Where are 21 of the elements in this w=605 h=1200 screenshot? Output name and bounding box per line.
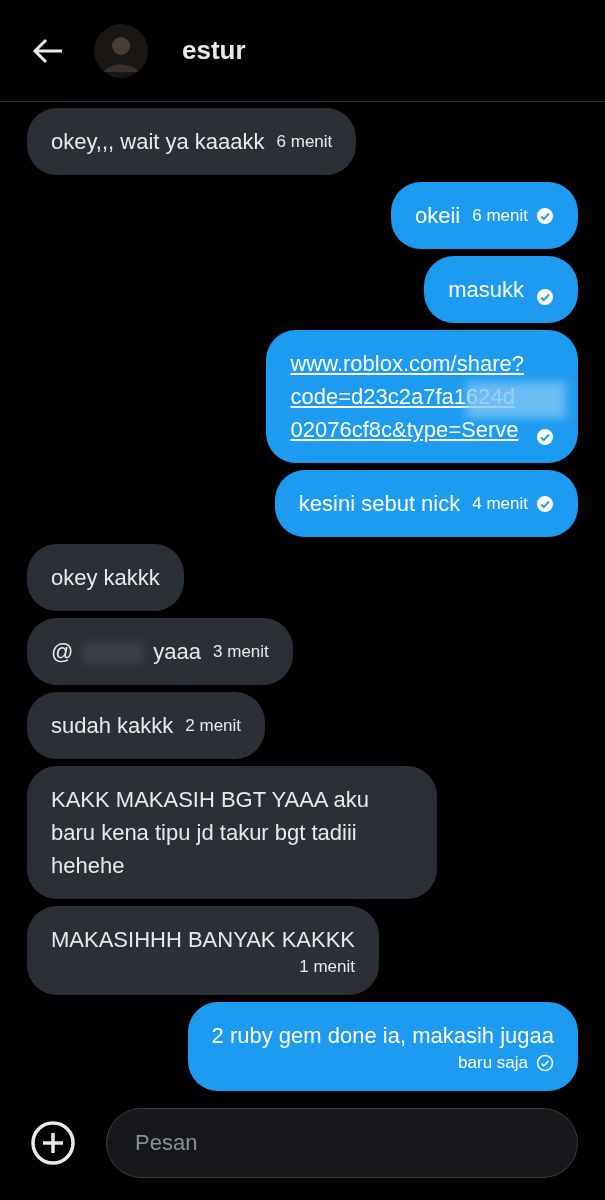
message-text: @ [51, 639, 74, 664]
message-time: 6 menit [472, 205, 528, 227]
link[interactable]: www.roblox.com/share? code=d23c2a7fa1624d 02076cf8c&type=Serve [290, 347, 524, 446]
message-time: baru saja [458, 1052, 528, 1074]
message-text: okeii [415, 203, 461, 228]
message-time: 2 menit [185, 715, 242, 737]
message-text: masukk [448, 277, 524, 302]
message-text: MAKASIHHH BANYAK KAKKK [51, 927, 355, 952]
message-time: 6 menit [276, 131, 333, 153]
message-text: okey,,, wait ya kaaakk [51, 129, 265, 154]
message-time: 3 menit [213, 641, 269, 663]
message-time: 4 menit [472, 493, 528, 515]
message-text: sudah kakkk [51, 713, 174, 738]
contact-name: estur [182, 35, 246, 66]
message-text: yaaa [153, 639, 202, 664]
message-text: KAKK MAKASIH BGT YAAA aku baru kena tipu jd takur bgt tadiii hehehe [51, 787, 369, 878]
message-text: okey kakkk [51, 565, 160, 590]
message-input-field[interactable]: Pesan [106, 1108, 578, 1178]
message-text: kesini sebut nick [298, 491, 461, 516]
message-time: 1 menit [299, 956, 355, 978]
message-text: 2 ruby gem done ia, makasih jugaa [211, 1023, 554, 1048]
